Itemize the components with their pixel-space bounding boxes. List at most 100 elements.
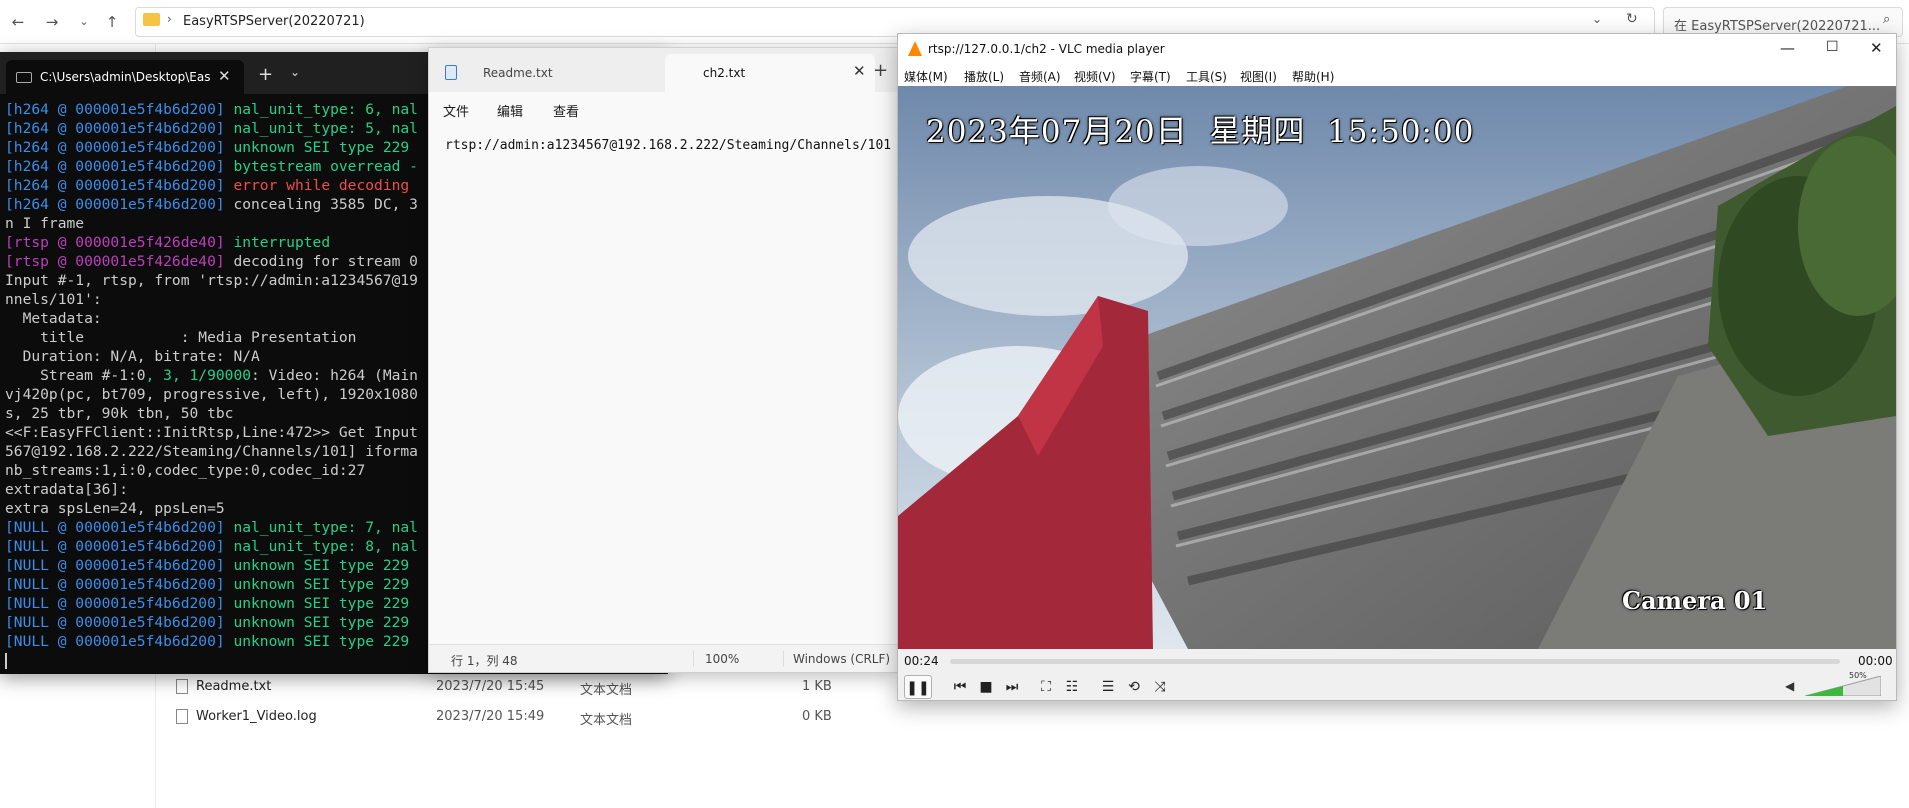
fullscreen-icon[interactable]: ⛶ [1034, 675, 1058, 699]
menu-view[interactable]: 视图(I) [1240, 68, 1277, 85]
vlc-seek-row: 00:24 00:00 [898, 649, 1896, 673]
terminal-line-segment: <<F:EasyFFClient::InitRtsp,Line:472>> Ge… [5, 424, 418, 441]
minimize-icon[interactable]: — [1780, 39, 1795, 57]
notepad-tab-label: ch2.txt [703, 66, 746, 80]
command-prompt-icon [16, 72, 32, 83]
terminal-line-segment: error while decoding [233, 177, 410, 194]
menu-media[interactable]: 媒体(M) [904, 68, 948, 85]
seek-bar[interactable] [950, 659, 1840, 664]
address-path-text: EasyRTSPServer(20220721) [183, 14, 365, 29]
menu-file[interactable]: 文件 [443, 101, 469, 120]
terminal-line-segment: [NULL @ 000001e5f4b6d200] [5, 595, 234, 612]
menu-help[interactable]: 帮助(H) [1292, 68, 1334, 85]
back-arrow-icon[interactable]: ← [6, 10, 30, 34]
terminal-line-segment: title : Media Presentation [5, 329, 357, 346]
menu-tools[interactable]: 工具(S) [1186, 68, 1227, 85]
osd-camera-name: Camera 01 [1622, 586, 1768, 615]
menu-video[interactable]: 视频(V) [1074, 68, 1116, 85]
new-tab-plus-icon[interactable]: + [873, 60, 888, 81]
terminal-line-segment: [rtsp @ 000001e5f426de40] [5, 253, 234, 270]
close-tab-icon[interactable]: ✕ [218, 67, 231, 85]
menu-edit[interactable]: 编辑 [497, 101, 523, 120]
terminal-tab[interactable]: C:\Users\admin\Desktop\Easy ✕ [6, 60, 244, 94]
close-icon[interactable]: ✕ [1870, 39, 1883, 57]
maximize-icon[interactable]: ☐ [1826, 39, 1839, 55]
file-date: 2023/7/20 15:49 [436, 709, 545, 724]
notepad-tab-ch2[interactable]: ch2.txt ✕ [665, 54, 875, 92]
forward-arrow-icon[interactable]: → [40, 10, 64, 34]
text-file-icon [176, 709, 188, 724]
pause-button[interactable]: ❚❚ [904, 675, 932, 699]
text-file-icon [176, 679, 188, 694]
terminal-line-segment: [NULL @ 000001e5f4b6d200] [5, 614, 234, 631]
file-row-worker1-log[interactable]: Worker1_Video.log 2023/7/20 15:49 文本文档 0… [170, 703, 890, 731]
extended-settings-icon[interactable]: ☷ [1060, 675, 1084, 699]
menu-playback[interactable]: 播放(L) [964, 68, 1004, 85]
vlc-menu-bar: 媒体(M) 播放(L) 音频(A) 视频(V) 字幕(T) 工具(S) 视图(I… [898, 64, 1896, 86]
new-tab-plus-icon[interactable]: + [258, 64, 273, 85]
terminal-line-segment: vj420p(pc, bt709, progressive, left), 19… [5, 386, 418, 403]
terminal-line-segment: : Video: h264 (Main [251, 367, 418, 384]
status-divider [783, 651, 784, 667]
terminal-line-segment: s, 25 tbr, 90k tbn, 50 tbc [5, 405, 234, 422]
terminal-line-segment: interrupted [233, 234, 331, 251]
next-icon[interactable]: ⏭ [1000, 675, 1024, 699]
terminal-line-segment: extradata[36]: [5, 481, 129, 498]
playlist-icon[interactable]: ☰ [1096, 675, 1120, 699]
terminal-line-segment: unknown SEI type 229 [233, 595, 410, 612]
notepad-window[interactable]: Readme.txt ch2.txt ✕ + 文件 编辑 查看 rtsp://a… [428, 47, 898, 673]
terminal-line-segment: unknown SEI type 229 [233, 633, 410, 650]
tab-dropdown-chevron-icon[interactable]: ⌄ [290, 65, 300, 79]
file-type: 文本文档 [580, 683, 633, 698]
terminal-line-segment: decoding for stream 0 [233, 253, 418, 270]
terminal-line-segment: Input #-1, rtsp, from 'rtsp://admin:a123… [5, 272, 418, 289]
terminal-line-segment: nb_streams:1,i:0,codec_type:0,codec_id:2… [5, 462, 366, 479]
volume-control[interactable]: ◀ 50% [1785, 671, 1891, 700]
search-icon[interactable]: ⌕ [1883, 12, 1890, 27]
vlc-media-player-window[interactable]: rtsp://127.0.0.1/ch2 - VLC media player … [897, 33, 1897, 701]
menu-audio[interactable]: 音频(A) [1019, 68, 1061, 85]
file-name: Readme.txt [196, 679, 272, 694]
speaker-icon[interactable]: ◀ [1785, 679, 1794, 693]
terminal-line-segment: bytestream overread - [233, 158, 418, 175]
terminal-line-segment: [NULL @ 000001e5f4b6d200] [5, 557, 234, 574]
close-tab-icon[interactable]: ✕ [853, 62, 866, 80]
notepad-tab-label: Readme.txt [483, 66, 553, 80]
line-ending: Windows (CRLF) [793, 652, 891, 666]
stop-icon[interactable]: ■ [974, 675, 998, 699]
vlc-video-frame[interactable]: 2023年07月20日 星期四 15:50:00 Camera 01 [898, 86, 1896, 649]
volume-slider[interactable] [1805, 676, 1881, 696]
notepad-tab-readme[interactable]: Readme.txt [429, 54, 665, 92]
camera-scene-image [898, 86, 1896, 649]
terminal-line-segment: nal_unit_type: 8, nal [233, 538, 418, 555]
terminal-line-segment: , 3, 1/90000 [145, 367, 252, 384]
address-dropdown-chevron-icon[interactable]: ⌄ [1592, 12, 1602, 26]
terminal-line-segment: Metadata: [5, 310, 102, 327]
vlc-title-bar[interactable]: rtsp://127.0.0.1/ch2 - VLC media player … [898, 34, 1896, 64]
shuffle-icon[interactable]: ⤨ [1148, 675, 1172, 699]
up-arrow-icon[interactable]: ↑ [100, 10, 124, 34]
terminal-line-segment: concealing 3585 DC, 3 [233, 196, 418, 213]
loop-icon[interactable]: ⟲ [1122, 675, 1146, 699]
menu-subtitle[interactable]: 字幕(T) [1130, 68, 1171, 85]
notepad-text-area[interactable]: rtsp://admin:a1234567@192.168.2.222/Stea… [445, 138, 895, 153]
refresh-icon[interactable]: ↻ [1626, 11, 1638, 27]
notepad-menu-bar: 文件 编辑 查看 [429, 92, 897, 126]
recent-locations-chevron-icon[interactable]: ⌄ [72, 10, 96, 34]
terminal-line-segment: unknown SEI type 229 [233, 614, 410, 631]
terminal-line-segment: [NULL @ 000001e5f4b6d200] [5, 538, 234, 555]
previous-icon[interactable]: ⏮ [948, 675, 972, 699]
terminal-tab-title: C:\Users\admin\Desktop\Easy [40, 70, 210, 84]
folder-icon [143, 13, 160, 26]
file-row-readme[interactable]: Readme.txt 2023/7/20 15:45 文本文档 1 KB [170, 673, 890, 701]
terminal-line-segment: [h264 @ 000001e5f4b6d200] [5, 158, 234, 175]
terminal-line-segment: [NULL @ 000001e5f4b6d200] [5, 633, 234, 650]
terminal-line-segment: extra spsLen=24, ppsLen=5 [5, 500, 225, 517]
menu-view[interactable]: 查看 [553, 101, 579, 120]
cursor-position: 行 1，列 48 [451, 654, 518, 668]
terminal-line-segment: unknown SEI type 229 [233, 139, 410, 156]
terminal-line-segment: unknown SEI type 229 [233, 576, 410, 593]
terminal-line-segment: 567@192.168.2.222/Steaming/Channels/101]… [5, 443, 418, 460]
terminal-line-segment: Stream #-1:0 [5, 367, 146, 384]
vlc-control-bar: ❚❚ ⏮ ■ ⏭ ⛶ ☷ ☰ ⟲ ⤨ ◀ 50% [898, 671, 1896, 701]
